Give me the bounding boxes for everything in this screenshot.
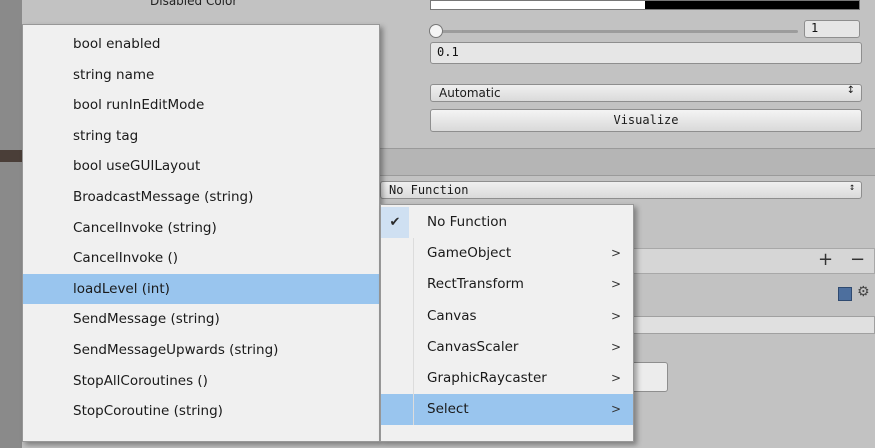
menu-item-use-gui-layout[interactable]: bool useGUILayout: [23, 151, 379, 182]
add-event-button[interactable]: +: [818, 249, 833, 270]
slider-track[interactable]: [436, 30, 798, 33]
menu-item-label: Select: [427, 401, 469, 418]
function-popup-value: No Function: [389, 183, 469, 197]
function-target-menu: ✔ No Function GameObject > RectTransform…: [380, 204, 634, 442]
menu-item-label: CanvasScaler: [427, 338, 519, 355]
menu-item-cancel-invoke-string[interactable]: CancelInvoke (string): [23, 213, 379, 244]
remove-event-button[interactable]: −: [850, 249, 865, 270]
scene-view-strip: [0, 150, 22, 162]
navigation-popup-value: Automatic: [439, 86, 501, 100]
menu-item-canvasscaler[interactable]: CanvasScaler >: [381, 331, 633, 363]
menu-item-load-level[interactable]: loadLevel (int): [23, 273, 379, 305]
menu-item-label: bool runInEditMode: [73, 97, 205, 114]
menu-item-label: StopCoroutine (string): [73, 403, 223, 420]
menu-item-stop-all-coroutines[interactable]: StopAllCoroutines (): [23, 366, 379, 397]
scene-view-edge: [0, 0, 22, 448]
object-field[interactable]: [600, 316, 875, 334]
menu-item-label: CancelInvoke (): [73, 250, 178, 267]
menu-item-label: Canvas: [427, 307, 477, 324]
menu-item-string-name[interactable]: string name: [23, 60, 379, 91]
menu-item-label: CancelInvoke (string): [73, 219, 217, 236]
slider-knob[interactable]: [429, 24, 443, 38]
menu-item-label: BroadcastMessage (string): [73, 188, 254, 205]
menu-item-string-tag[interactable]: string tag: [23, 121, 379, 152]
menu-item-label: No Function: [427, 214, 508, 230]
menu-item-send-message-upwards[interactable]: SendMessageUpwards (string): [23, 335, 379, 366]
menu-gutter: [413, 269, 414, 301]
fade-duration-field[interactable]: 0.1: [430, 42, 862, 64]
menu-item-no-function[interactable]: ✔ No Function: [381, 207, 633, 239]
menu-item-label: string tag: [73, 127, 139, 144]
menu-gutter: [413, 362, 414, 395]
menu-item-gameobject[interactable]: GameObject >: [381, 238, 633, 270]
slider-value-field[interactable]: 1: [804, 20, 860, 38]
menu-item-label: string name: [73, 66, 155, 83]
menu-item-send-message[interactable]: SendMessage (string): [23, 304, 379, 335]
menu-item-graphicraycaster[interactable]: GraphicRaycaster >: [381, 362, 633, 395]
popup-arrow-icon: ↕: [846, 85, 855, 96]
color-field[interactable]: [430, 0, 860, 10]
menu-item-label: GraphicRaycaster: [427, 369, 547, 386]
menu-item-label: bool enabled: [73, 36, 161, 52]
menu-item-recttransform[interactable]: RectTransform >: [381, 269, 633, 301]
menu-gutter: [413, 331, 414, 363]
menu-item-label: RectTransform: [427, 276, 524, 293]
menu-item-label: SendMessageUpwards (string): [73, 341, 279, 358]
checkmark-icon: ✔: [381, 207, 409, 239]
menu-gutter: [413, 238, 414, 270]
chevron-right-icon: >: [610, 370, 621, 385]
chevron-right-icon: >: [610, 277, 621, 292]
menu-item-select[interactable]: Select >: [381, 394, 633, 426]
menu-item-run-in-edit-mode[interactable]: bool runInEditMode: [23, 90, 379, 121]
help-book-icon[interactable]: [838, 287, 852, 301]
chevron-right-icon: >: [610, 339, 621, 354]
menu-item-bool-enabled[interactable]: bool enabled: [23, 29, 379, 60]
menu-gutter: [413, 394, 414, 426]
chevron-right-icon: >: [610, 402, 621, 417]
menu-item-label: SendMessage (string): [73, 311, 220, 328]
menu-gutter: [413, 300, 414, 332]
menu-item-label: loadLevel (int): [73, 280, 170, 297]
menu-item-broadcast-message[interactable]: BroadcastMessage (string): [23, 182, 379, 213]
navigation-popup[interactable]: Automatic ↕: [430, 84, 862, 102]
gear-icon[interactable]: ⚙: [857, 284, 870, 300]
component-functions-menu: bool enabled string name bool runInEditM…: [22, 24, 380, 442]
menu-item-cancel-invoke[interactable]: CancelInvoke (): [23, 243, 379, 274]
popup-arrow-icon: ↕: [848, 182, 855, 193]
menu-item-stop-coroutine[interactable]: StopCoroutine (string): [23, 396, 379, 427]
menu-item-label: StopAllCoroutines (): [73, 372, 208, 389]
menu-item-label: bool useGUILayout: [73, 158, 201, 175]
menu-item-label: GameObject: [427, 245, 512, 262]
chevron-right-icon: >: [610, 246, 621, 261]
visualize-button[interactable]: Visualize: [430, 109, 862, 132]
chevron-right-icon: >: [610, 308, 621, 323]
function-popup[interactable]: No Function ↕: [380, 181, 862, 199]
disabled-color-label: Disabled Color: [150, 0, 238, 8]
menu-item-canvas[interactable]: Canvas >: [381, 300, 633, 332]
